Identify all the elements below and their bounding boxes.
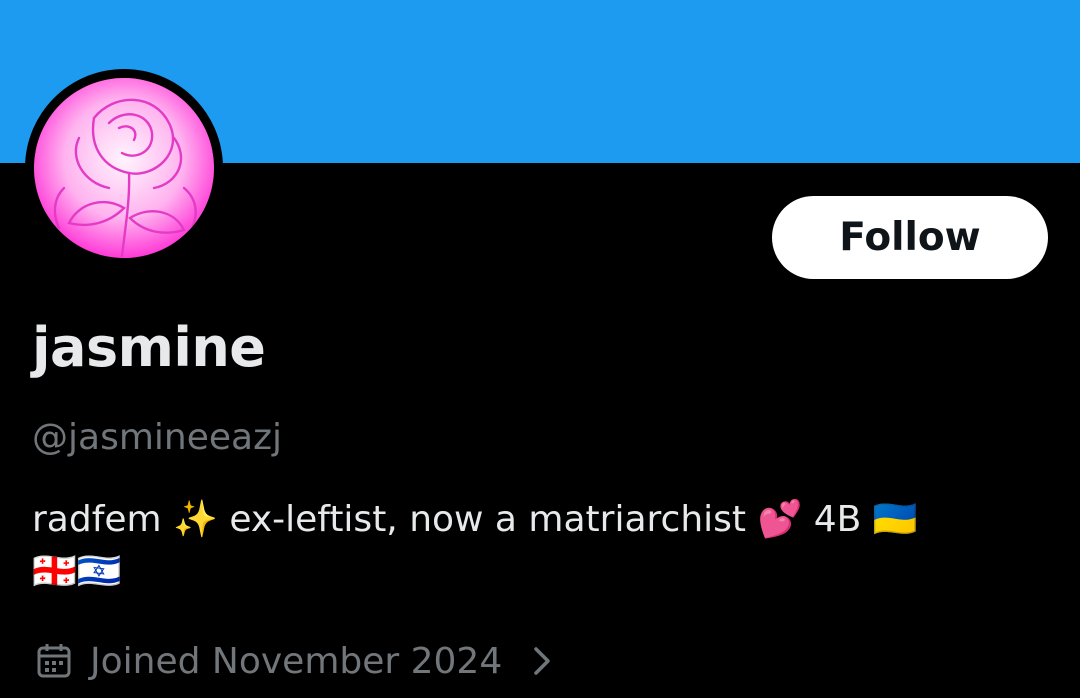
follow-button[interactable]: Follow — [772, 196, 1048, 279]
joined-date-row[interactable]: Joined November 2024 — [32, 636, 556, 686]
calendar-icon — [34, 641, 74, 681]
avatar-image — [34, 78, 214, 258]
profile-bio: radfem ✨ ex-leftist, now a matriarchist … — [32, 494, 1032, 598]
bio-line: radfem ✨ ex-leftist, now a matriarchist … — [32, 499, 918, 540]
profile-handle: @jasmineeazj — [32, 417, 282, 458]
joined-date-text: Joined November 2024 — [90, 640, 503, 682]
rose-avatar-picture — [34, 78, 214, 258]
chevron-right-icon[interactable] — [528, 641, 556, 681]
profile-display-name: jasmine — [32, 316, 266, 379]
profile-avatar[interactable] — [25, 69, 223, 267]
bio-line: 🇬🇪🇮🇱 — [32, 551, 122, 592]
